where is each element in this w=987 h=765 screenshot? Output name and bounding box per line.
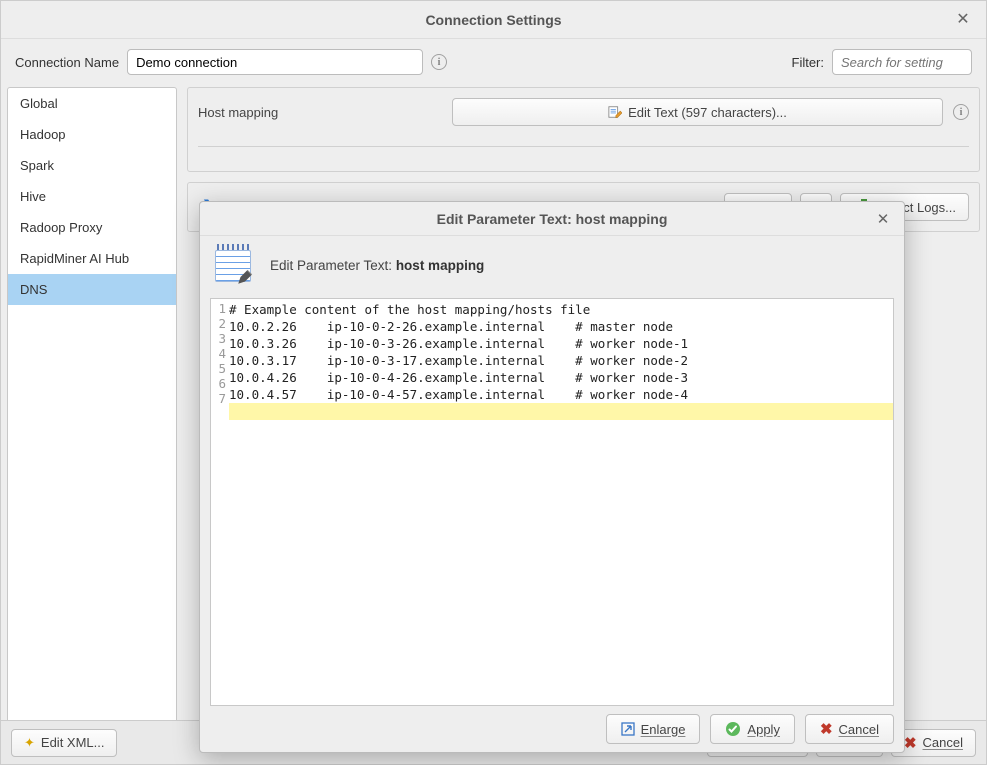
sidebar-item-label: Hive bbox=[20, 189, 46, 204]
edit-text-button[interactable]: Edit Text (597 characters)... bbox=[452, 98, 943, 126]
window-title: Connection Settings bbox=[425, 12, 561, 28]
edit-parameter-dialog: Edit Parameter Text: host mapping ✕ Edit… bbox=[199, 201, 905, 753]
connection-name-label: Connection Name bbox=[15, 55, 119, 70]
sidebar-item-label: RapidMiner AI Hub bbox=[20, 251, 129, 266]
close-icon[interactable]: ✕ bbox=[954, 11, 972, 29]
edit-xml-button[interactable]: ✦ Edit XML... bbox=[11, 729, 117, 757]
info-icon[interactable]: i bbox=[953, 104, 969, 120]
enlarge-icon bbox=[621, 722, 635, 736]
enlarge-button[interactable]: Enlarge bbox=[606, 714, 701, 744]
dialog-cancel-button[interactable]: ✖ Cancel bbox=[805, 714, 894, 744]
dialog-cancel-label: Cancel bbox=[839, 722, 879, 737]
sidebar: Global Hadoop Spark Hive Radoop Proxy Ra… bbox=[7, 87, 177, 727]
close-icon: ✖ bbox=[820, 720, 833, 738]
sidebar-item-global[interactable]: Global bbox=[8, 88, 176, 119]
enlarge-label: Enlarge bbox=[641, 722, 686, 737]
cancel-label: Cancel bbox=[923, 735, 963, 750]
dialog-heading-prefix: Edit Parameter Text: bbox=[270, 258, 396, 273]
edit-text-icon bbox=[608, 105, 622, 119]
sidebar-item-radoop-proxy[interactable]: Radoop Proxy bbox=[8, 212, 176, 243]
connection-settings-window: Connection Settings ✕ Connection Name i … bbox=[0, 0, 987, 765]
edit-xml-label: Edit XML... bbox=[41, 735, 105, 750]
sidebar-item-hive[interactable]: Hive bbox=[8, 181, 176, 212]
edit-text-button-label: Edit Text (597 characters)... bbox=[628, 105, 787, 120]
apply-label: Apply bbox=[747, 722, 780, 737]
sidebar-item-dns[interactable]: DNS bbox=[8, 274, 176, 305]
sidebar-item-ai-hub[interactable]: RapidMiner AI Hub bbox=[8, 243, 176, 274]
editor-content[interactable]: # Example content of the host mapping/ho… bbox=[229, 299, 893, 705]
host-mapping-panel: Host mapping Edit Text (597 characters).… bbox=[187, 87, 980, 172]
notepad-icon bbox=[214, 246, 252, 284]
host-mapping-label: Host mapping bbox=[198, 105, 442, 120]
dialog-heading-bold: host mapping bbox=[396, 258, 485, 273]
text-editor[interactable]: 1234567 # Example content of the host ma… bbox=[210, 298, 894, 706]
wand-icon: ✦ bbox=[24, 735, 35, 751]
filter-label: Filter: bbox=[792, 55, 825, 70]
connection-header-row: Connection Name i Filter: bbox=[1, 39, 986, 87]
window-titlebar: Connection Settings ✕ bbox=[1, 1, 986, 39]
filter-input[interactable] bbox=[832, 49, 972, 75]
info-icon[interactable]: i bbox=[431, 54, 447, 70]
sidebar-item-hadoop[interactable]: Hadoop bbox=[8, 119, 176, 150]
dialog-button-row: Enlarge Apply ✖ Cancel bbox=[200, 706, 904, 752]
dialog-header: Edit Parameter Text: host mapping bbox=[200, 236, 904, 298]
dialog-titlebar: Edit Parameter Text: host mapping ✕ bbox=[200, 202, 904, 236]
sidebar-item-label: Global bbox=[20, 96, 58, 111]
close-icon[interactable]: ✕ bbox=[874, 210, 892, 228]
sidebar-item-spark[interactable]: Spark bbox=[8, 150, 176, 181]
dialog-heading: Edit Parameter Text: host mapping bbox=[270, 258, 484, 273]
editor-gutter: 1234567 bbox=[211, 299, 229, 705]
close-icon: ✖ bbox=[904, 734, 917, 752]
sidebar-item-label: Hadoop bbox=[20, 127, 66, 142]
sidebar-item-label: DNS bbox=[20, 282, 47, 297]
dialog-title: Edit Parameter Text: host mapping bbox=[437, 211, 668, 227]
connection-name-input[interactable] bbox=[127, 49, 423, 75]
sidebar-item-label: Radoop Proxy bbox=[20, 220, 102, 235]
apply-button[interactable]: Apply bbox=[710, 714, 795, 744]
check-icon bbox=[725, 721, 741, 737]
sidebar-item-label: Spark bbox=[20, 158, 54, 173]
